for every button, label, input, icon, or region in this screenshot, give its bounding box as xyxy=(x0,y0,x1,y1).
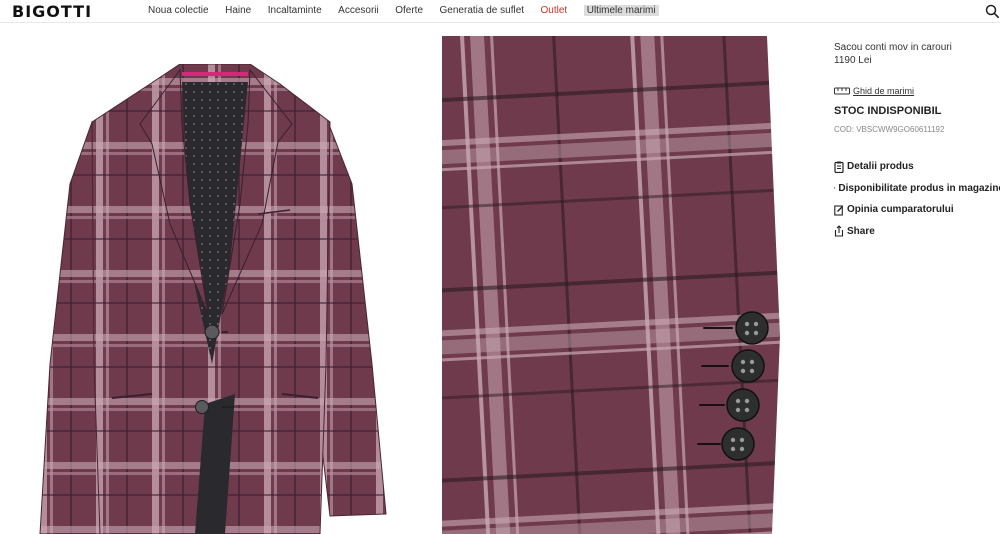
stock-status: STOC INDISPONIBIL xyxy=(834,105,942,117)
location-pin-icon xyxy=(834,187,836,190)
action-disponibilitate[interactable]: Disponibilitate produs in magazine xyxy=(834,178,1000,200)
nav-item-accesorii[interactable]: Accesorii xyxy=(338,5,379,16)
product-image-jacket[interactable] xyxy=(30,64,400,534)
action-label: Disponibilitate produs in magazine xyxy=(838,182,1000,194)
edit-icon xyxy=(834,205,844,216)
ruler-icon xyxy=(834,87,850,95)
action-label: Opinia cumparatorului xyxy=(847,204,954,216)
size-guide-link[interactable]: Ghid de marimi xyxy=(834,86,914,96)
size-guide-label[interactable]: Ghid de marimi xyxy=(853,86,914,96)
search-icon[interactable] xyxy=(985,4,999,18)
nav-item-noua-colectie[interactable]: Noua colectie xyxy=(148,5,209,16)
top-navigation-bar: BIGOTTI Noua colectie Haine Incaltaminte… xyxy=(0,0,1000,23)
clipboard-icon xyxy=(834,161,844,173)
brand-logo[interactable]: BIGOTTI xyxy=(12,2,92,21)
action-label: Share xyxy=(847,225,875,237)
share-icon xyxy=(834,225,844,237)
nav-item-outlet[interactable]: Outlet xyxy=(541,5,568,16)
main-nav: Noua colectie Haine Incaltaminte Accesor… xyxy=(148,5,675,16)
product-info-panel: Sacou conti mov in carouri 1190 Lei Ghid… xyxy=(834,41,1000,237)
action-detalii-produs[interactable]: Detalii produs xyxy=(834,156,1000,178)
action-label: Detalii produs xyxy=(847,161,914,173)
nav-item-incaltaminte[interactable]: Incaltaminte xyxy=(268,5,322,16)
nav-item-ultimele-marimi[interactable]: Ultimele marimi xyxy=(583,5,659,16)
product-actions: Detalii produs Disponibilitate produs in… xyxy=(834,156,1000,242)
action-opinia-cumparatorului[interactable]: Opinia cumparatorului xyxy=(834,199,1000,221)
product-image-fabric-detail[interactable] xyxy=(442,36,782,534)
nav-item-haine[interactable]: Haine xyxy=(225,5,251,16)
product-code: COD: VBSCWW9GO60611192 xyxy=(834,125,945,134)
action-share[interactable]: Share xyxy=(834,221,1000,243)
product-title: Sacou conti mov in carouri xyxy=(834,42,952,53)
nav-item-oferte[interactable]: Oferte xyxy=(395,5,423,16)
product-price: 1190 Lei xyxy=(834,55,872,66)
nav-item-generatia-de-suflet[interactable]: Generatia de suflet xyxy=(440,5,525,16)
